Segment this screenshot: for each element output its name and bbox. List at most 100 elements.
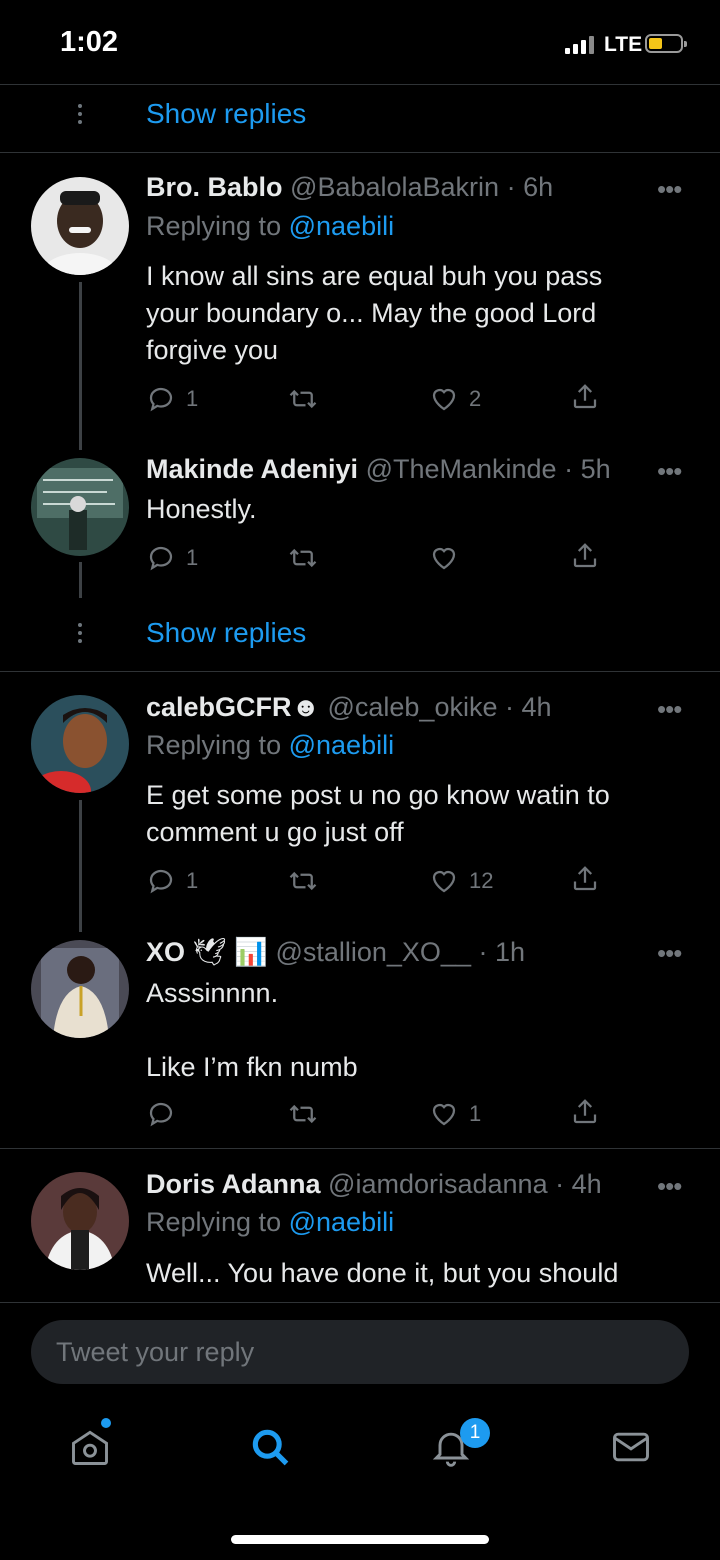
heart-icon	[432, 547, 456, 570]
share-button[interactable]	[570, 1097, 600, 1127]
more-options-icon[interactable]: •••	[657, 456, 682, 487]
share-icon	[573, 1099, 597, 1124]
reply-compose-field[interactable]: Tweet your reply	[31, 1320, 689, 1384]
tweet-header: XO 🕊 📊 @stallion_XO__ · 1h	[146, 936, 525, 968]
thread-line	[79, 282, 82, 450]
like-count: 1	[469, 1101, 482, 1126]
new-content-dot	[101, 1418, 111, 1428]
avatar[interactable]	[31, 458, 129, 556]
tweet-text-line: E get some post u no go know watin to	[146, 780, 610, 810]
mention-link[interactable]: @naebili	[289, 730, 394, 760]
reply-icon	[149, 546, 173, 571]
like-button[interactable]	[429, 543, 459, 573]
author-handle[interactable]: @stallion_XO__	[275, 937, 471, 967]
more-options-icon[interactable]: •••	[657, 938, 682, 969]
divider	[0, 84, 720, 85]
reply-button[interactable]	[146, 1099, 176, 1129]
retweet-button[interactable]	[288, 543, 318, 573]
tweet-text-line: comment u go just off	[146, 817, 404, 847]
reply-button[interactable]: 1	[146, 866, 198, 896]
author-name[interactable]: Makinde Adeniyi	[146, 454, 358, 484]
author-name[interactable]: Bro. Bablo	[146, 172, 283, 202]
reply-count: 1	[186, 386, 199, 411]
tweet-time: · 4h	[505, 692, 552, 722]
tweet-text: Asssinnnn. Like I’m fkn numb	[146, 975, 666, 1086]
search-icon	[252, 1429, 289, 1466]
author-handle[interactable]: @BabalolaBakrin	[290, 172, 499, 202]
notifications-badge: 1	[460, 1418, 490, 1448]
retweet-button[interactable]	[288, 1099, 318, 1129]
like-button[interactable]: 12	[429, 866, 493, 896]
divider	[0, 671, 720, 672]
reply-count: 1	[186, 868, 199, 893]
reply-icon	[149, 1102, 173, 1127]
tweet-header: Bro. Bablo @BabalolaBakrin · 6h	[146, 172, 553, 203]
tweet-text-line: I know all sins are equal buh you pass	[146, 261, 603, 291]
more-options-icon[interactable]: •••	[657, 174, 682, 205]
tweet-header: calebGCFR☻ @caleb_okike · 4h	[146, 692, 552, 723]
compose-placeholder: Tweet your reply	[56, 1337, 255, 1367]
heart-icon	[432, 388, 456, 411]
retweet-icon	[289, 548, 317, 568]
thread-line	[79, 800, 82, 932]
author-handle[interactable]: @TheMankinde	[366, 454, 557, 484]
reply-icon	[149, 869, 173, 894]
replying-to: Replying to @naebili	[146, 211, 394, 242]
reply-button[interactable]: 1	[146, 384, 198, 414]
share-button[interactable]	[570, 541, 600, 571]
avatar[interactable]	[31, 177, 129, 275]
like-button[interactable]: 2	[429, 384, 481, 414]
mention-link[interactable]: @naebili	[289, 211, 394, 241]
tweet-text: I know all sins are equal buh you pass y…	[146, 258, 666, 369]
more-replies-dots-icon	[77, 623, 83, 647]
share-button[interactable]	[570, 382, 600, 412]
reply-button[interactable]: 1	[146, 543, 198, 573]
network-label: LTE	[604, 33, 643, 56]
like-count: 2	[469, 386, 482, 411]
heart-icon	[432, 1103, 456, 1126]
like-button[interactable]: 1	[429, 1099, 481, 1129]
show-replies-link[interactable]: Show replies	[146, 98, 306, 130]
tweet-time: · 4h	[555, 1169, 602, 1199]
tab-search[interactable]	[248, 1425, 292, 1474]
retweet-icon	[289, 871, 317, 891]
retweet-button[interactable]	[288, 384, 328, 414]
tweet-header: Makinde Adeniyi @TheMankinde · 5h	[146, 454, 611, 485]
share-icon	[573, 866, 597, 891]
show-replies-link[interactable]: Show replies	[146, 617, 306, 649]
tweet-text: Honestly.	[146, 491, 666, 528]
retweet-icon	[289, 389, 317, 409]
replying-prefix: Replying to	[146, 730, 282, 760]
more-replies-dots-icon	[77, 104, 83, 128]
tweet-text: E get some post u no go know watin to co…	[146, 777, 666, 851]
author-handle[interactable]: @iamdorisadanna	[328, 1169, 548, 1199]
tab-messages[interactable]	[609, 1425, 653, 1474]
author-name[interactable]: calebGCFR☻	[146, 692, 320, 722]
reply-icon	[149, 387, 173, 412]
avatar[interactable]	[31, 1172, 129, 1270]
replying-to: Replying to @naebili	[146, 1207, 394, 1238]
author-name[interactable]: Doris Adanna	[146, 1169, 321, 1199]
status-time: 1:02	[60, 26, 119, 58]
reply-count: 1	[186, 545, 199, 570]
tweet-time: · 5h	[564, 454, 611, 484]
home-indicator[interactable]	[231, 1535, 489, 1544]
avatar[interactable]	[31, 695, 129, 793]
mail-icon	[613, 1432, 649, 1462]
share-button[interactable]	[570, 864, 600, 894]
avatar[interactable]	[31, 940, 129, 1038]
signal-icon	[565, 36, 597, 54]
share-icon	[573, 543, 597, 568]
tweet-text-line: your boundary o... May the good Lord	[146, 298, 597, 328]
more-options-icon[interactable]: •••	[657, 694, 682, 725]
retweet-button[interactable]	[288, 866, 318, 896]
like-count: 12	[469, 868, 494, 893]
more-options-icon[interactable]: •••	[657, 1171, 682, 1202]
replying-prefix: Replying to	[146, 211, 282, 241]
tweet-text-line: Well... You have done it, but you should	[146, 1258, 619, 1288]
share-icon	[573, 384, 597, 409]
author-name[interactable]: XO	[146, 937, 185, 967]
tab-home[interactable]	[68, 1425, 112, 1474]
author-handle[interactable]: @caleb_okike	[327, 692, 497, 722]
mention-link[interactable]: @naebili	[289, 1207, 394, 1237]
